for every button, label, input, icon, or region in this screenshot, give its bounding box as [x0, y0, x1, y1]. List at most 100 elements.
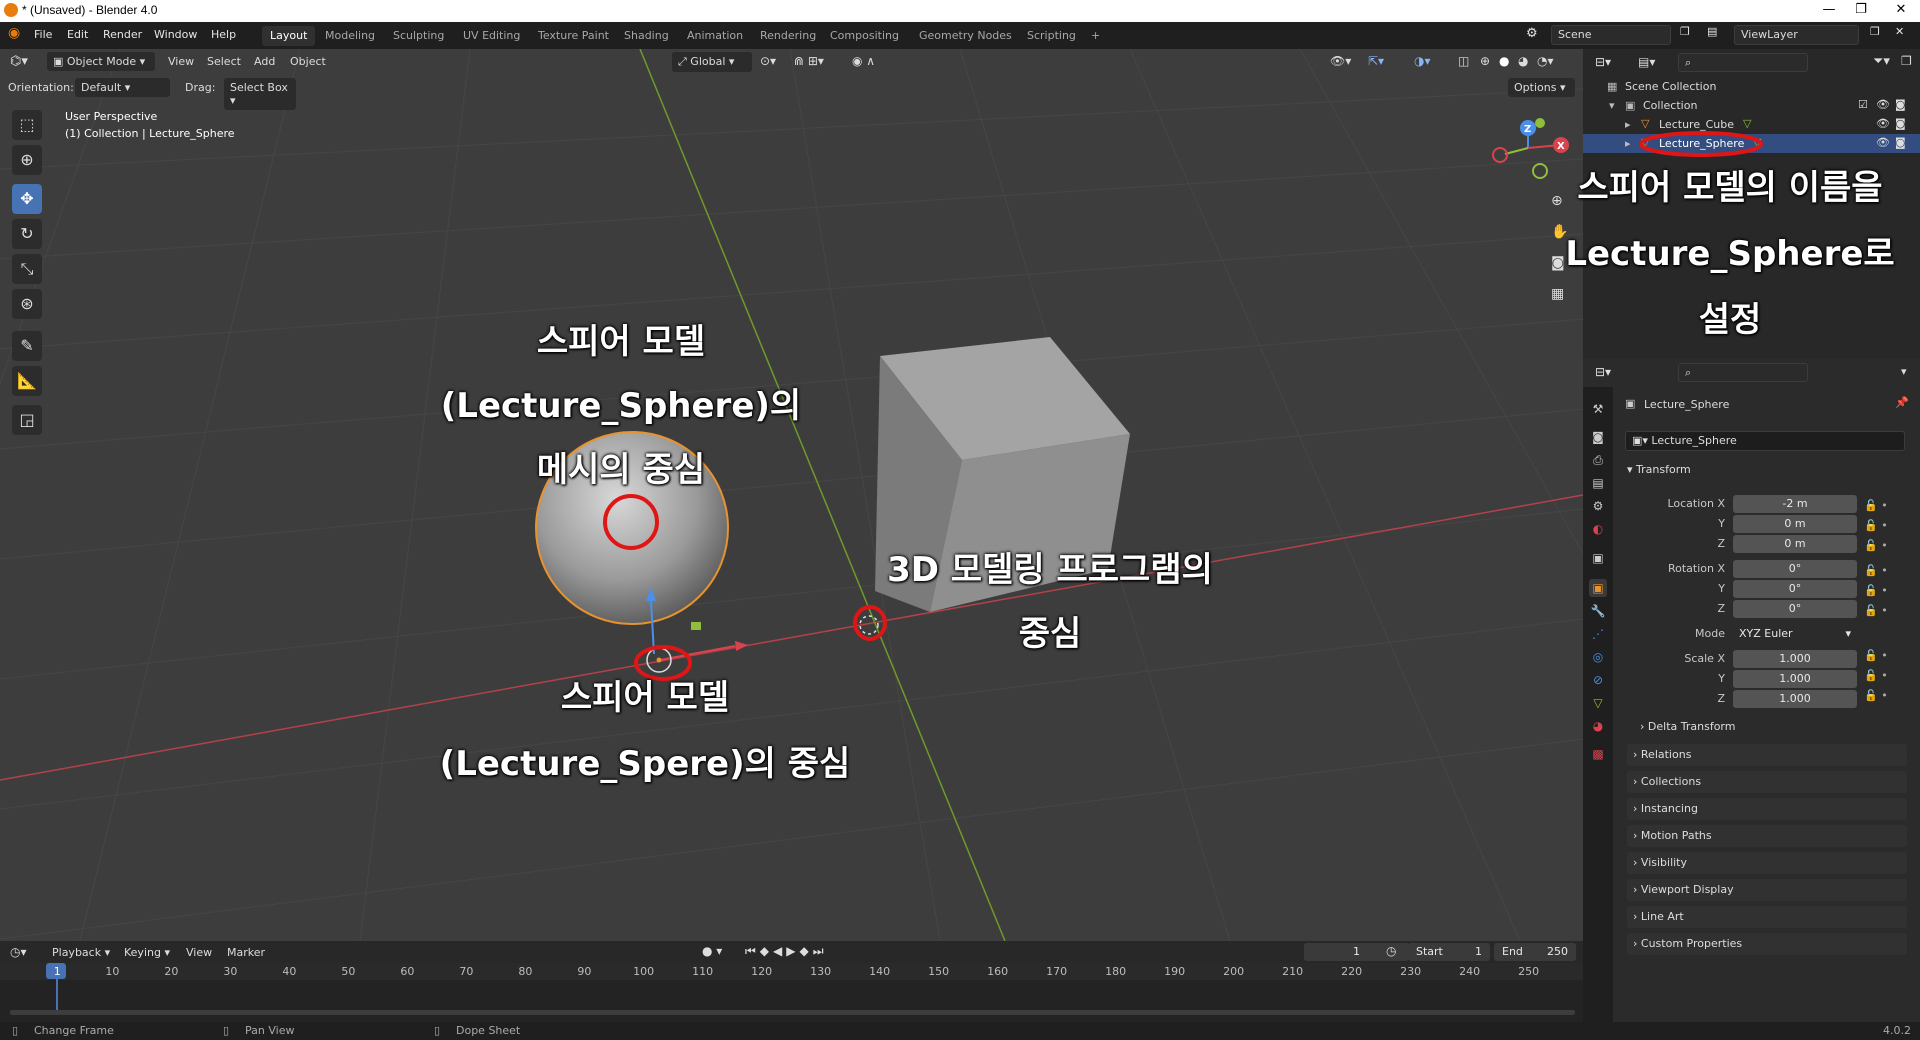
outliner-row-collection[interactable]: ▾ ▣ Collection ☑ 👁 ◙ — [1583, 96, 1920, 115]
properties-search-input[interactable]: ⌕ — [1678, 363, 1808, 382]
material-tab-icon[interactable]: ◕ — [1589, 717, 1607, 735]
panel-instancing[interactable]: › Instancing — [1627, 798, 1907, 820]
tab-scripting[interactable]: Scripting — [1019, 26, 1084, 46]
menu-marker[interactable]: Marker — [227, 946, 265, 959]
rotation-z-field[interactable]: 0° — [1733, 600, 1857, 618]
menu-keying[interactable]: Keying ▾ — [124, 946, 170, 959]
close-button[interactable]: ✕ — [1886, 2, 1916, 17]
chevron-down-icon[interactable]: ▾ — [1901, 365, 1907, 378]
tab-modeling[interactable]: Modeling — [317, 26, 383, 46]
pin-icon[interactable]: 📌 — [1895, 396, 1909, 409]
tab-uv-editing[interactable]: UV Editing — [455, 26, 528, 46]
modifier-tab-icon[interactable]: 🔧 — [1589, 602, 1607, 620]
scale-y-field[interactable]: 1.000 — [1733, 670, 1857, 688]
filter-icon[interactable]: ⏷▾ — [1873, 54, 1890, 69]
add-cube-tool[interactable]: ◲ — [12, 405, 42, 435]
tool-tab-icon[interactable]: ⚒ — [1589, 400, 1607, 418]
lock-icon[interactable]: 🔓 • — [1864, 581, 1888, 601]
panel-collections[interactable]: › Collections — [1627, 771, 1907, 793]
nav-gizmo-neg-x[interactable] — [1492, 147, 1508, 163]
tab-texture-paint[interactable]: Texture Paint — [530, 26, 617, 46]
eye-icon[interactable]: 👁 — [1876, 136, 1890, 149]
gizmo-toggle-icon[interactable]: ⇱▾ — [1368, 54, 1384, 68]
lock-icon[interactable]: 🔓 • — [1864, 646, 1888, 666]
start-frame-field[interactable]: Start 1 — [1408, 943, 1490, 961]
outliner-row-lecture-sphere[interactable]: ▸ ▽ Lecture_Sphere ▽ 👁 ◙ — [1583, 131, 1920, 157]
outliner-row-scene-collection[interactable]: ▦ Scene Collection — [1583, 77, 1920, 96]
panel-visibility[interactable]: › Visibility — [1627, 852, 1907, 874]
menu-help[interactable]: Help — [211, 28, 236, 41]
camera-icon[interactable]: ◙ — [1895, 136, 1906, 149]
scale-z-field[interactable]: 1.000 — [1733, 690, 1857, 708]
world-tab-icon[interactable]: ◐ — [1589, 520, 1607, 538]
expand-icon[interactable]: ▸ — [1625, 137, 1631, 150]
location-z-field[interactable]: 0 m — [1733, 535, 1857, 553]
record-button[interactable]: ● ▾ — [702, 944, 722, 958]
tab-compositing[interactable]: Compositing — [822, 26, 907, 46]
wireframe-shading-icon[interactable]: ⊕ — [1480, 54, 1490, 68]
end-frame-field[interactable]: End 250 — [1494, 943, 1576, 961]
checkbox-icon[interactable]: ☑ — [1858, 98, 1868, 111]
scene-tab-icon[interactable]: ⚙ — [1589, 497, 1607, 515]
output-tab-icon[interactable]: ⎙ — [1589, 451, 1607, 469]
move-tool[interactable]: ✥ — [12, 184, 42, 214]
editor-type-icon[interactable]: ⌬▾ — [10, 54, 28, 69]
annotate-tool[interactable]: ✎ — [12, 331, 42, 361]
panel-relations[interactable]: › Relations — [1627, 744, 1907, 766]
overlay-toggle-icon[interactable]: ◑▾ — [1414, 54, 1431, 68]
tab-shading[interactable]: Shading — [616, 26, 677, 46]
playback-controls[interactable]: ⏮◆◀▶◆⏭ — [745, 944, 828, 959]
timeline-scrollbar[interactable] — [10, 1010, 1575, 1015]
eye-icon[interactable]: 👁 — [1876, 117, 1890, 130]
transform-panel-header[interactable]: ▾ Transform — [1627, 463, 1907, 485]
location-x-field[interactable]: -2 m — [1733, 495, 1857, 513]
xray-icon[interactable]: ◫ — [1458, 54, 1469, 68]
options-dropdown[interactable]: Options ▾ — [1508, 78, 1575, 97]
tab-layout[interactable]: Layout — [262, 26, 316, 46]
display-mode-icon[interactable]: ▤▾ — [1638, 55, 1655, 69]
eye-icon[interactable]: 👁 — [1876, 98, 1890, 111]
tab-geometry-nodes[interactable]: Geometry Nodes — [911, 26, 1020, 46]
camera-icon[interactable]: ◙ — [1895, 117, 1906, 130]
menu-window[interactable]: Window — [154, 28, 197, 41]
rendered-shading-icon[interactable]: ◔▾ — [1537, 54, 1554, 68]
menu-select[interactable]: Select — [207, 55, 241, 68]
lock-icon[interactable]: 🔓 • — [1864, 666, 1888, 686]
snap-icon[interactable]: ⋒ ⊞▾ — [794, 54, 824, 68]
menu-playback[interactable]: Playback ▾ — [52, 946, 110, 959]
panel-line-art[interactable]: › Line Art — [1627, 906, 1907, 928]
expand-icon[interactable]: ▸ — [1625, 118, 1631, 131]
solid-shading-icon[interactable]: ● — [1499, 54, 1509, 68]
maximize-button[interactable]: ❐ — [1846, 2, 1876, 17]
location-y-field[interactable]: 0 m — [1733, 515, 1857, 533]
material-shading-icon[interactable]: ◕ — [1518, 54, 1528, 68]
panel-viewport-display[interactable]: › Viewport Display — [1627, 879, 1907, 901]
camera-icon[interactable]: ◙ — [1895, 98, 1906, 111]
timeline-editor-icon[interactable]: ◷▾ — [10, 945, 27, 959]
pivot-point-icon[interactable]: ⊙▾ — [760, 54, 776, 68]
delta-transform-subpanel[interactable]: › Delta Transform — [1640, 720, 1735, 733]
measure-tool[interactable]: 📐 — [12, 366, 42, 396]
viewlayer-selector[interactable]: ViewLayer — [1734, 25, 1859, 45]
properties-editor-icon[interactable]: ⊟▾ — [1595, 365, 1611, 379]
menu-object[interactable]: Object — [290, 55, 326, 68]
object-tab-icon[interactable]: ▣ — [1589, 579, 1607, 597]
lock-icon[interactable]: 🔓 • — [1864, 516, 1888, 536]
clock-icon[interactable]: ◷ — [1386, 944, 1396, 958]
lock-icon[interactable]: 🔓 • — [1864, 601, 1888, 621]
rotation-x-field[interactable]: 0° — [1733, 560, 1857, 578]
transform-tool[interactable]: ⊛ — [12, 289, 42, 319]
menu-edit[interactable]: Edit — [67, 28, 88, 41]
rotate-tool[interactable]: ↻ — [12, 219, 42, 249]
select-box-tool[interactable]: ⬚ — [12, 110, 42, 140]
lock-icon[interactable]: 🔓 • — [1864, 561, 1888, 581]
texture-tab-icon[interactable]: ▩ — [1589, 745, 1607, 763]
visibility-icon[interactable]: 👁▾ — [1330, 54, 1351, 68]
menu-add[interactable]: Add — [254, 55, 275, 68]
new-collection-icon[interactable]: ❐ — [1901, 54, 1912, 68]
menu-view[interactable]: View — [168, 55, 194, 68]
collection-tab-icon[interactable]: ▣ — [1589, 549, 1607, 567]
tab-animation[interactable]: Animation — [679, 26, 751, 46]
menu-file[interactable]: File — [34, 28, 52, 41]
physics-tab-icon[interactable]: ◎ — [1589, 648, 1607, 666]
